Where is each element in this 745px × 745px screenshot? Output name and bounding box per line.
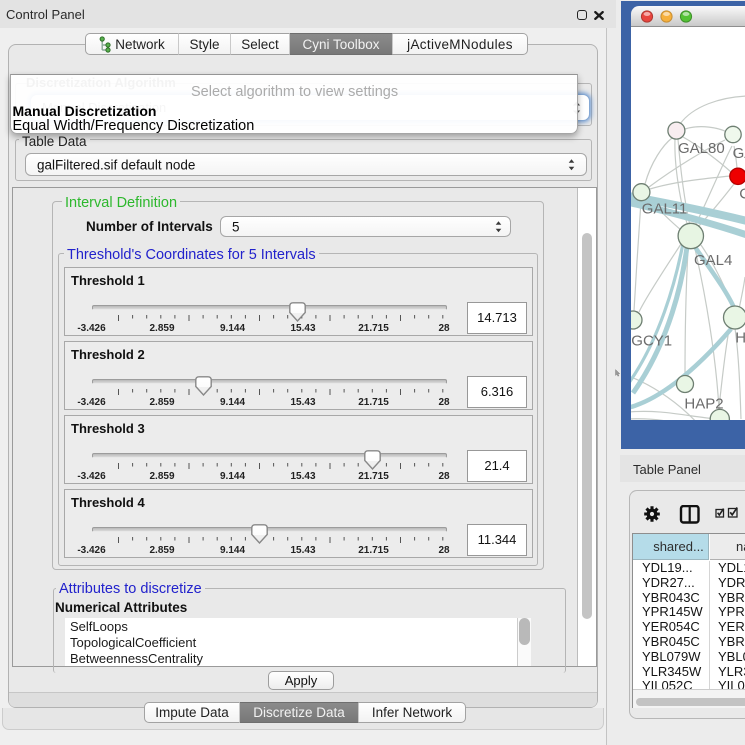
svg-text:GAL80: GAL80 [678, 140, 725, 157]
svg-text:HAP2: HAP2 [684, 396, 723, 413]
svg-text:H: H [735, 330, 745, 347]
svg-text:GCY1: GCY1 [631, 333, 672, 350]
svg-text:GAL4: GAL4 [694, 252, 732, 269]
svg-text:GAL11: GAL11 [642, 201, 688, 218]
svg-text:GA: GA [733, 145, 745, 162]
svg-text:C: C [739, 186, 745, 203]
